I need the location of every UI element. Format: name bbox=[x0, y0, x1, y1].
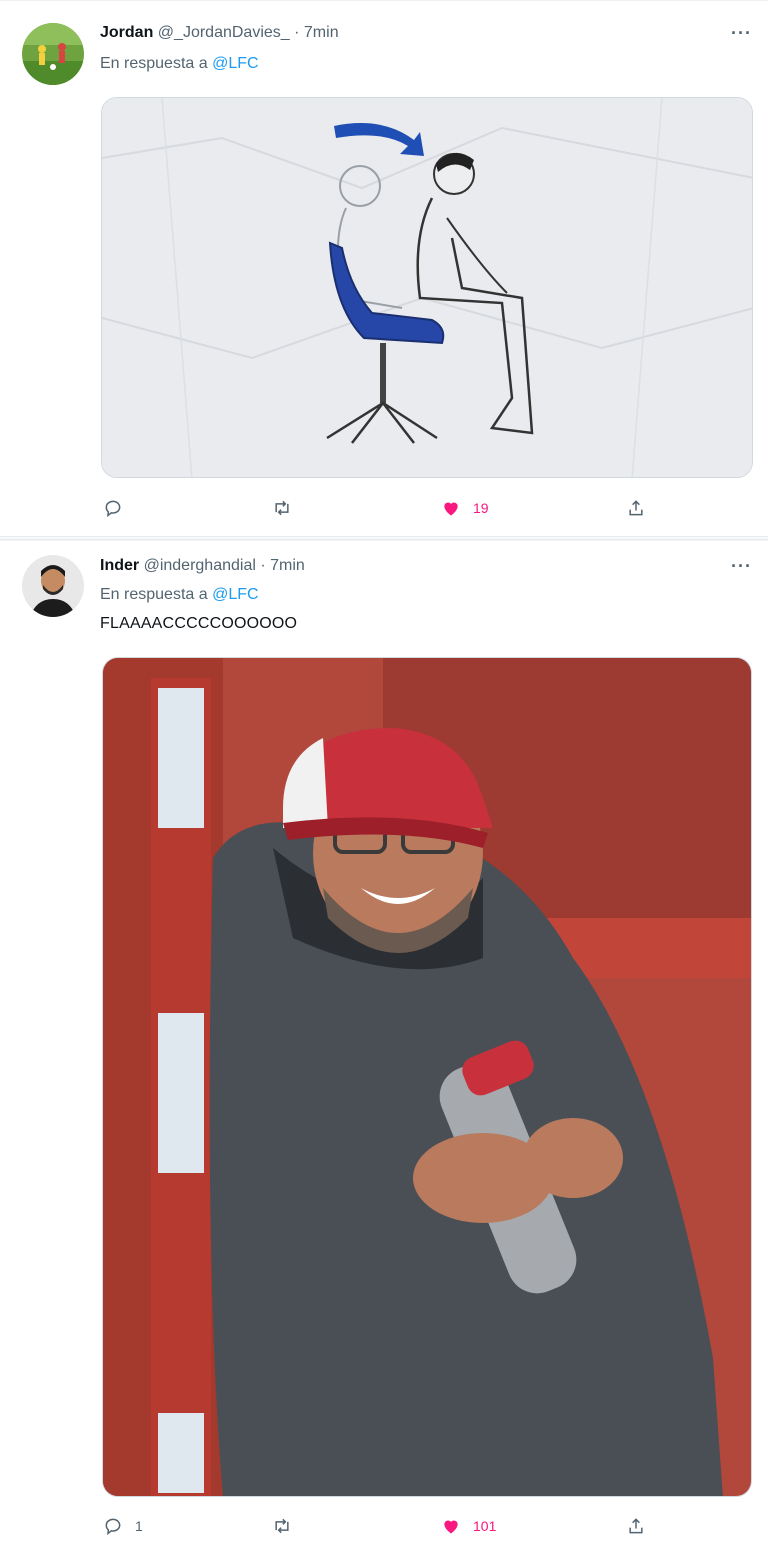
reply-context: En respuesta a @LFC bbox=[100, 585, 259, 605]
tweet-jordan[interactable]: Jordan @_JordanDavies_ · 7min ··· En res… bbox=[0, 0, 768, 536]
like-count: 19 bbox=[473, 500, 489, 516]
separator-dot: · bbox=[260, 557, 266, 574]
avatar[interactable] bbox=[22, 23, 84, 85]
like-button[interactable]: 19 bbox=[441, 496, 489, 520]
reply-prefix: En respuesta a bbox=[100, 586, 208, 603]
klopp-photo-image bbox=[103, 658, 751, 1496]
separator-dot: · bbox=[294, 24, 300, 41]
reply-prefix: En respuesta a bbox=[100, 55, 208, 72]
heart-icon bbox=[444, 1520, 458, 1534]
share-button[interactable] bbox=[626, 1514, 646, 1538]
reply-mention-link[interactable]: @LFC bbox=[212, 55, 258, 72]
retweet-button[interactable] bbox=[272, 496, 304, 520]
reply-icon bbox=[105, 500, 121, 518]
reply-button[interactable] bbox=[103, 496, 135, 520]
avatar[interactable] bbox=[22, 555, 84, 617]
tweet-actions: 1 101 bbox=[100, 1514, 660, 1538]
like-count: 101 bbox=[473, 1518, 497, 1534]
share-icon bbox=[629, 500, 643, 516]
tweet-inder[interactable]: Inder @inderghandial · 7min ··· En respu… bbox=[0, 540, 768, 1551]
retweet-icon bbox=[275, 1518, 289, 1534]
retweet-icon bbox=[275, 500, 289, 516]
more-icon[interactable]: ··· bbox=[731, 23, 752, 44]
user-handle[interactable]: @_JordanDavies_ bbox=[158, 24, 290, 41]
reply-count: 1 bbox=[135, 1518, 143, 1534]
timestamp[interactable]: 7min bbox=[270, 557, 305, 574]
display-name[interactable]: Jordan bbox=[100, 24, 153, 41]
reply-mention-link[interactable]: @LFC bbox=[212, 586, 258, 603]
chair-sketch-image bbox=[102, 98, 752, 477]
tweet-header: Jordan @_JordanDavies_ · 7min bbox=[100, 23, 339, 43]
tweet-header: Inder @inderghandial · 7min bbox=[100, 556, 305, 576]
reply-icon bbox=[105, 1518, 121, 1536]
tweet-actions: 19 bbox=[100, 496, 660, 520]
share-icon bbox=[629, 1518, 643, 1534]
reply-context: En respuesta a @LFC bbox=[100, 54, 259, 74]
display-name[interactable]: Inder bbox=[100, 557, 139, 574]
user-handle[interactable]: @inderghandial bbox=[144, 557, 256, 574]
heart-icon bbox=[444, 502, 458, 516]
tweet-media-image[interactable] bbox=[101, 97, 753, 478]
reply-button[interactable]: 1 bbox=[103, 1514, 143, 1538]
retweet-button[interactable] bbox=[272, 1514, 304, 1538]
like-button[interactable]: 101 bbox=[441, 1514, 496, 1538]
tweet-text: FLAAAACCCCCOOOOOO bbox=[100, 615, 298, 632]
share-button[interactable] bbox=[626, 496, 646, 520]
more-icon[interactable]: ··· bbox=[731, 556, 752, 577]
tweet-media-image[interactable] bbox=[102, 657, 752, 1497]
timestamp[interactable]: 7min bbox=[304, 24, 339, 41]
